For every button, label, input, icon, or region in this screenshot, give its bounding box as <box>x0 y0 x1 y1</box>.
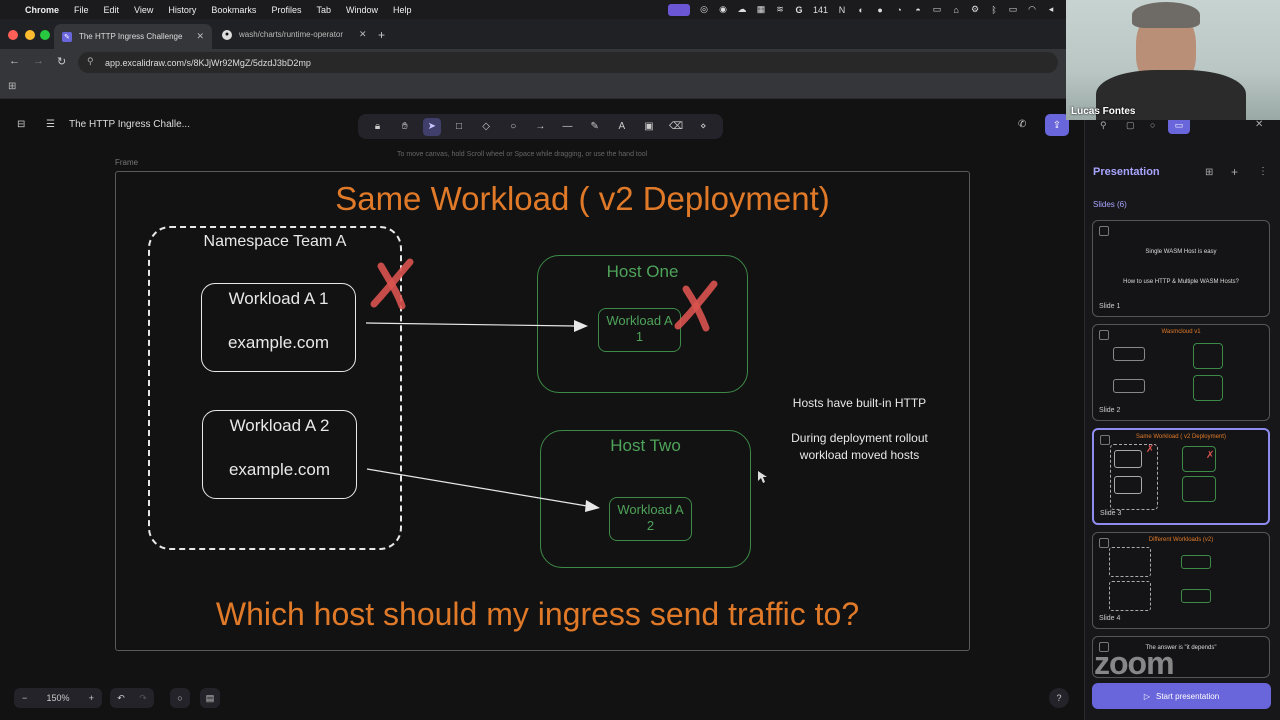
note-rollout[interactable]: During deployment rollout workload moved… <box>772 430 947 464</box>
thumbnail-shape <box>1193 375 1223 401</box>
thumbnail-shape <box>1113 379 1145 393</box>
zoom-level[interactable]: 150% <box>46 693 69 703</box>
undo-redo: ↶ ↷ <box>110 688 154 708</box>
mouse-cursor-icon <box>758 471 767 483</box>
zoom-logo: zoom <box>1094 645 1175 681</box>
thumbnail-shape <box>1181 555 1211 569</box>
thumbnail-shape <box>1193 343 1223 369</box>
arrowhead <box>585 500 600 512</box>
undo-icon[interactable]: ↶ <box>117 693 125 704</box>
zoom-in-icon[interactable]: + <box>89 693 94 703</box>
zoom-controls: − 150% + <box>14 688 102 708</box>
comment-icon[interactable]: ○ <box>170 688 190 708</box>
webcam-video: Lucas Fontes <box>1066 0 1280 120</box>
red-x-mark-icon[interactable] <box>370 258 414 310</box>
slide-thumbnail[interactable]: Single WASM Host is easy How to use HTTP… <box>1092 220 1270 317</box>
slide-thumbnail-selected[interactable]: Same Workload ( v2 Deployment) ✗ ✗ Slide… <box>1092 428 1270 525</box>
thumbnail-shape <box>1114 450 1142 468</box>
thumbnail-shape <box>1182 476 1216 502</box>
play-icon: ▷ <box>1143 691 1150 701</box>
red-x-mark-icon[interactable] <box>674 280 718 332</box>
thumbnail-shape <box>1109 581 1151 611</box>
slide-label: Slide 4 <box>1099 615 1121 622</box>
slide-thumbnail[interactable]: Wasmcloud v1 Slide 2 <box>1092 324 1270 421</box>
arrowhead <box>574 320 588 332</box>
library-icon[interactable]: ▢ <box>1126 120 1135 131</box>
red-x-mark-icon: ✗ <box>1206 450 1215 461</box>
slide-text: Different Workloads (v2) <box>1148 537 1214 543</box>
thumbnail-shape <box>1114 476 1142 494</box>
red-x-mark-icon: ✗ <box>1146 444 1155 455</box>
thumbnail-shape <box>1181 589 1211 603</box>
note-built-in-http[interactable]: Hosts have built-in HTTP <box>772 396 947 410</box>
close-sidebar-icon[interactable]: ✕ <box>1255 119 1263 130</box>
sidebar-title: Presentation <box>1093 166 1160 178</box>
question-text[interactable]: Which host should my ingress send traffi… <box>115 596 960 633</box>
more-options-icon[interactable]: ⋮ <box>1258 166 1268 177</box>
slide-text: Wasmcloud v1 <box>1161 329 1201 335</box>
start-presentation-label: Start presentation <box>1156 691 1220 701</box>
grid-view-icon[interactable]: ⊞ <box>1205 167 1213 178</box>
thumbnail-shape <box>1113 347 1145 361</box>
zoom-out-icon[interactable]: − <box>22 693 27 703</box>
slide-thumbnail[interactable]: Different Workloads (v2) Slide 4 <box>1092 532 1270 629</box>
slide-text: Same Workload ( v2 Deployment) <box>1136 434 1226 440</box>
help-icon[interactable]: ? <box>1049 688 1069 708</box>
slide-label: Slide 2 <box>1099 407 1121 414</box>
add-slide-icon[interactable]: + <box>1231 165 1238 179</box>
participant-name: Lucas Fontes <box>1071 106 1136 117</box>
person-hair <box>1132 2 1200 28</box>
slide-text: Single WASM Host is easy <box>1145 249 1217 255</box>
arrow-a2-to-host-two[interactable] <box>366 468 588 507</box>
chat-icon[interactable]: ▤ <box>200 688 220 708</box>
search-icon[interactable]: ⚲ <box>1100 120 1107 131</box>
comments-icon[interactable]: ○ <box>1150 120 1155 130</box>
redo-icon[interactable]: ↷ <box>139 693 147 704</box>
thumbnail-shape <box>1109 547 1151 577</box>
start-presentation-button[interactable]: ▷ Start presentation <box>1092 683 1271 709</box>
slides-count: Slides (6) <box>1093 200 1127 209</box>
slide-checkbox[interactable] <box>1099 226 1109 236</box>
slide-label: Slide 3 <box>1100 510 1122 517</box>
slide-label: Slide 1 <box>1099 303 1121 310</box>
slide-text: How to use HTTP & Multiple WASM Hosts? <box>1123 279 1239 285</box>
arrow-a1-to-host-one[interactable] <box>365 322 576 327</box>
